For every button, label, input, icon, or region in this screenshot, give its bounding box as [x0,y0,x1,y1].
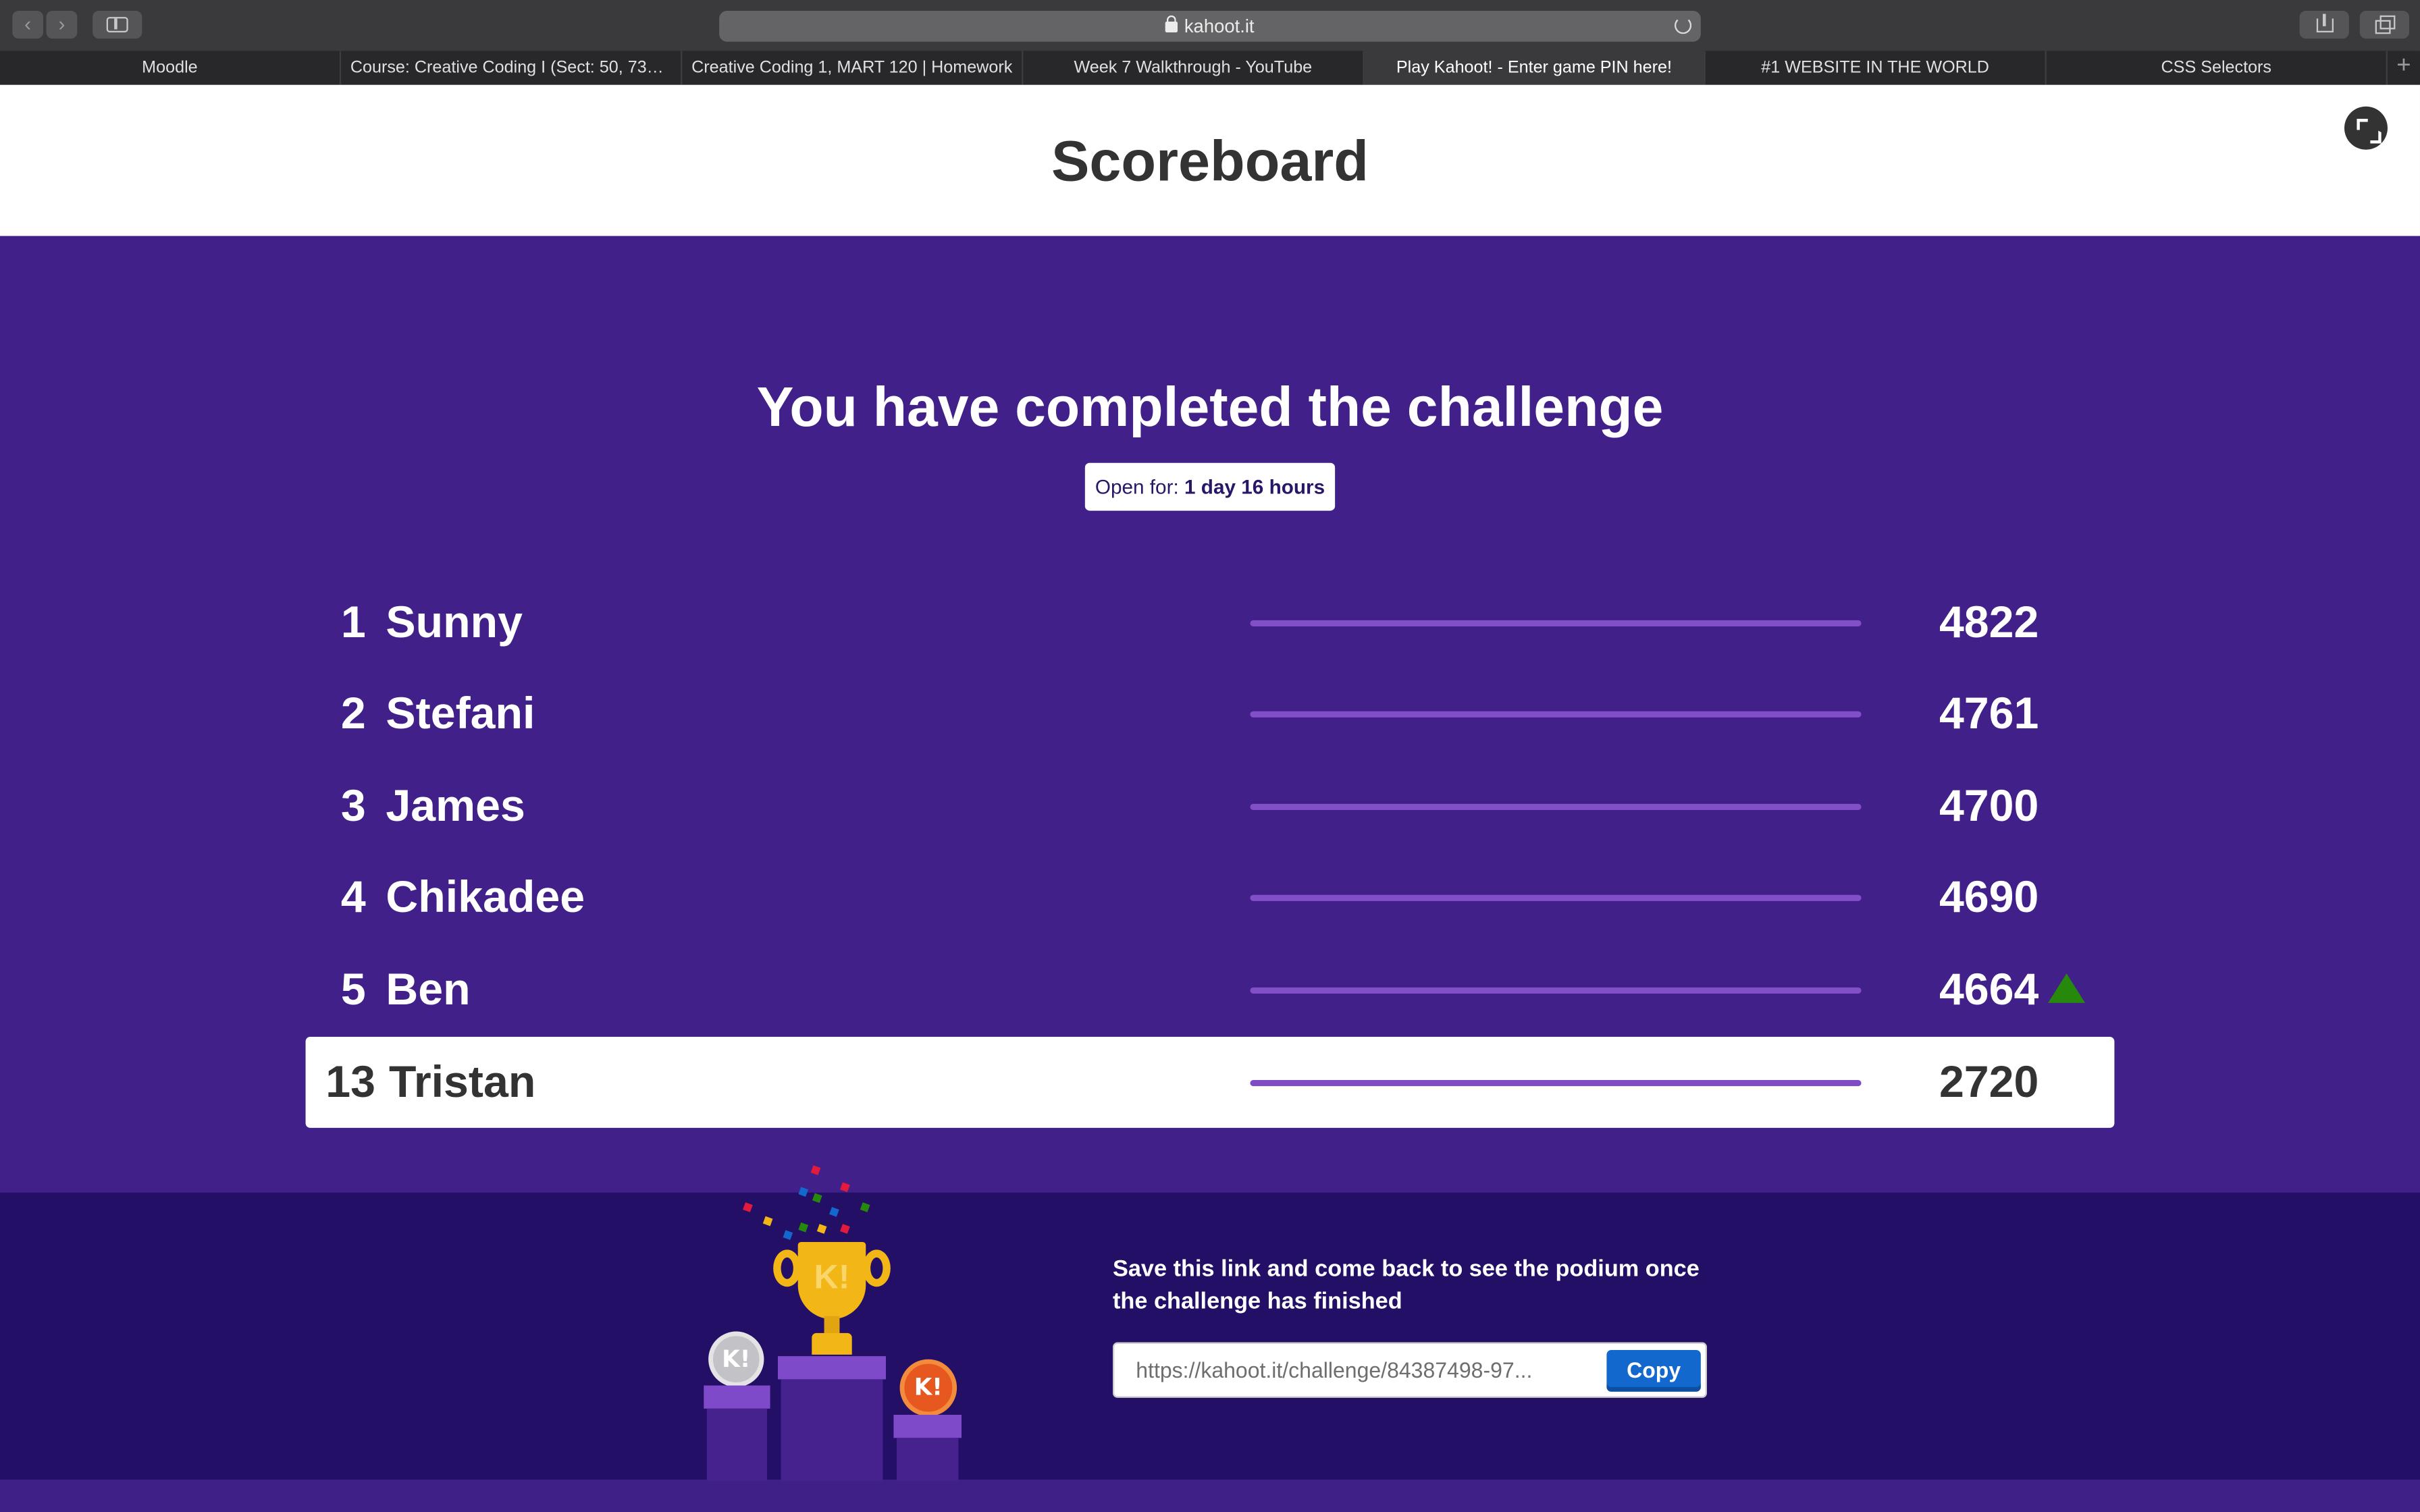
player-name: Tristan [388,1058,536,1108]
player-rank: 5 [340,965,366,1015]
forward-button[interactable]: › [46,10,78,39]
confetti-icon [860,1202,870,1212]
save-link-instructions: Save this link and come back to see the … [1112,1256,1700,1315]
confetti-icon [812,1193,822,1204]
challenge-footer [0,1192,2420,1480]
tab-website[interactable]: #1 WEBSITE IN THE WORLD [1706,51,2047,85]
page-header: Scoreboard [0,84,2420,236]
trophy-logo: K! [814,1257,850,1296]
tab-css-selectors[interactable]: CSS Selectors [2047,51,2388,85]
completion-headline: You have completed the challenge [756,375,1664,439]
tab-overview-button[interactable] [2359,10,2409,39]
player-score: 4700 [1939,782,2039,832]
podium-second-top [704,1385,770,1409]
player-name: Sunny [386,598,523,648]
confetti-icon [762,1216,773,1226]
copy-button[interactable]: Copy [1606,1349,1701,1392]
confetti-icon [743,1202,753,1212]
podium-third-top [893,1414,962,1438]
player-rank: 2 [340,689,366,739]
reload-icon[interactable] [1674,17,1692,34]
trophy-stem [824,1316,840,1335]
player-name: James [386,782,525,832]
podium-second [706,1408,767,1482]
player-score: 4690 [1939,873,2039,923]
podium-illustration: K! K! K! [695,1154,988,1482]
open-for-value: 1 day 16 hours [1184,475,1325,499]
score-bar [1250,620,1862,626]
player-name: Chikadee [386,873,585,923]
back-icon: ‹ [24,12,32,36]
tab-moodle[interactable]: Moodle [0,51,342,85]
new-tab-button[interactable]: + [2388,51,2420,84]
score-bar [1250,711,1862,718]
address-bar[interactable]: kahoot.it [719,10,1701,42]
browser-toolbar: ‹ › kahoot.it [0,0,2420,51]
score-bar [1250,987,1862,994]
back-button[interactable]: ‹ [12,10,43,39]
leaderboard-row: 5 Ben 4664 [306,944,2115,1035]
leaderboard-row: 4 Chikadee 4690 [306,852,2115,943]
confetti-icon [816,1224,827,1234]
player-name: Ben [386,965,471,1015]
podium-third [896,1438,959,1482]
player-rank: 4 [340,873,366,923]
lock-icon [1165,15,1178,32]
rank-up-arrow-icon [2048,973,2085,1003]
podium-first [781,1379,883,1482]
tab-course-creative-coding[interactable]: Course: Creative Coding I (Sect: 50, 731… [341,51,683,85]
challenge-link-field[interactable]: https://kahoot.it/challenge/84387498-97.… [1112,1342,1707,1398]
score-bar [1250,1079,1862,1087]
player-rank: 3 [340,782,366,832]
player-score: 2720 [1939,1058,2039,1108]
trophy-handle-right [862,1249,891,1287]
score-bar [1250,894,1862,901]
confetti-icon [798,1222,809,1233]
sidebar-toggle-button[interactable] [93,10,142,39]
player-rank: 13 [325,1058,376,1108]
score-bar [1250,803,1862,810]
forward-icon: › [58,12,65,36]
browser-window: ‹ › kahoot.it Moodle Course: Creative Co… [0,0,2420,1512]
silver-medal-icon: K! [708,1331,764,1387]
tab-strip: Moodle Course: Creative Coding I (Sect: … [0,51,2420,85]
tab-youtube-walkthrough[interactable]: Week 7 Walkthrough - YouTube [1023,51,1365,85]
confetti-icon [810,1165,821,1176]
confetti-icon [829,1207,839,1217]
open-for-badge: Open for: 1 day 16 hours [1084,462,1336,511]
address-text: kahoot.it [1184,15,1255,37]
confetti-icon [840,1224,850,1234]
fullscreen-icon[interactable] [2344,106,2388,150]
player-rank: 1 [340,598,366,648]
trophy-base [812,1332,852,1355]
open-for-label: Open for: [1095,475,1179,499]
leaderboard-row: 1 Sunny 4822 [306,577,2115,668]
footer-bottom-band [0,1479,2420,1512]
share-button[interactable] [2299,10,2349,39]
tab-kahoot[interactable]: Play Kahoot! - Enter game PIN here! [1364,51,1706,85]
podium-first-top [777,1356,886,1380]
leaderboard-row: 3 James 4700 [306,761,2115,852]
trophy-handle-left [773,1249,801,1287]
leaderboard-row: 2 Stefani 4761 [306,668,2115,759]
tab-homework[interactable]: Creative Coding 1, MART 120 | Homework [682,51,1024,85]
current-player-row: 13 Tristan 2720 [305,1036,2115,1128]
confetti-icon [783,1230,793,1241]
bronze-medal-icon: K! [899,1359,957,1417]
page-title: Scoreboard [1051,129,1369,193]
confetti-icon [840,1182,850,1193]
player-score: 4822 [1939,598,2039,648]
player-score: 4761 [1939,689,2039,739]
sidebar-icon [106,17,128,32]
player-score: 4664 [1939,965,2039,1015]
player-name: Stefani [386,689,535,739]
confetti-icon [798,1187,809,1197]
challenge-link-text[interactable]: https://kahoot.it/challenge/84387498-97.… [1136,1357,1599,1382]
